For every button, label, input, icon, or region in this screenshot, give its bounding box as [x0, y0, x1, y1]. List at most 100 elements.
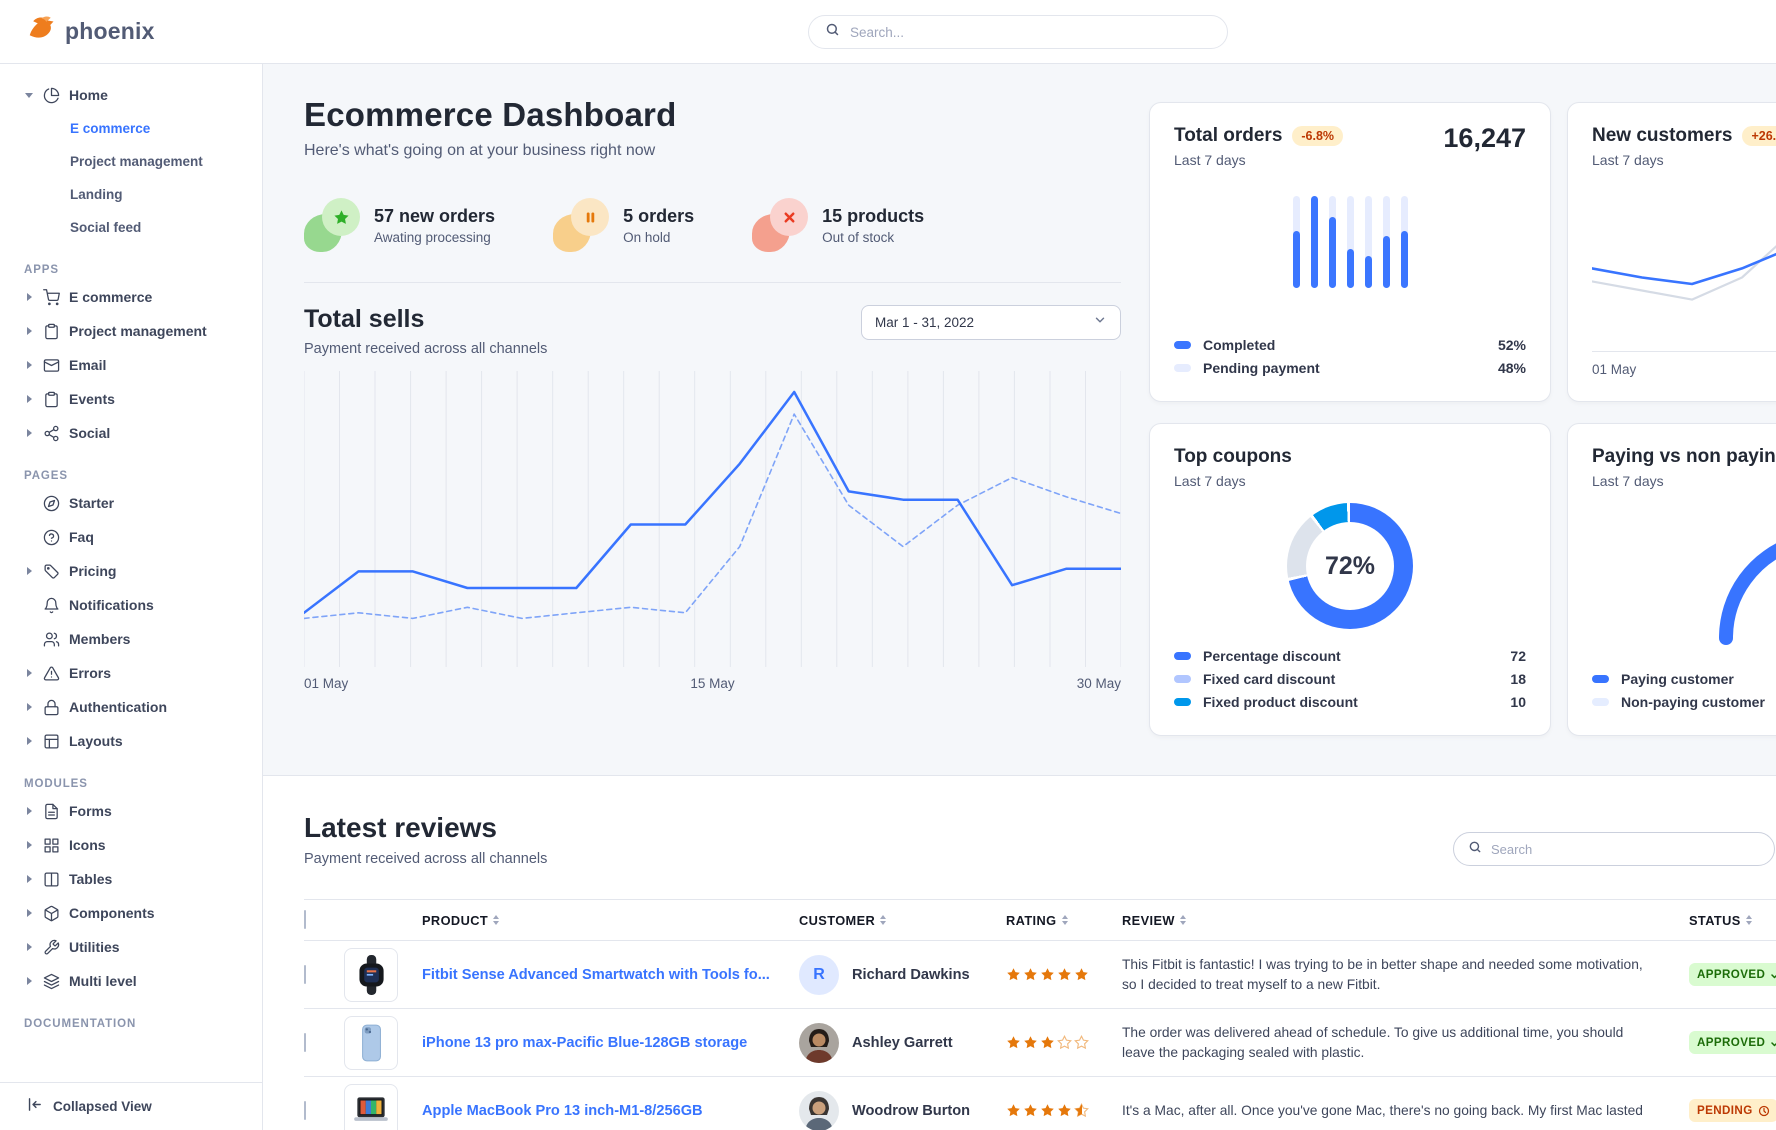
card-title: New customers [1592, 125, 1732, 147]
product-thumbnail[interactable] [344, 1084, 398, 1130]
sidebar-item-email[interactable]: Email [0, 348, 262, 382]
sidebar-item-components[interactable]: Components [0, 896, 262, 930]
reviews-search[interactable] [1453, 832, 1775, 866]
top-navbar: phoenix [0, 0, 1776, 64]
date-range-select[interactable]: Mar 1 - 31, 2022 [861, 305, 1121, 340]
legend-swatch [1174, 675, 1191, 683]
global-search[interactable] [808, 15, 1228, 49]
sidebar-item-project-management[interactable]: Project management [0, 314, 262, 348]
caret-right-icon [24, 737, 34, 745]
sidebar-item-icons[interactable]: Icons [0, 828, 262, 862]
card-period: Last 7 days [1174, 152, 1526, 168]
sidebar-item-e-commerce[interactable]: E commerce [0, 280, 262, 314]
stat-caption: Out of stock [822, 230, 924, 245]
sidebar-section-label: DOCUMENTATION [0, 1014, 262, 1034]
sidebar-item-multi-level[interactable]: Multi level [0, 964, 262, 998]
wrench-icon [43, 939, 60, 956]
sidebar-section-label: APPS [0, 260, 262, 280]
clipboard-icon [43, 391, 60, 408]
sidebar-item-members[interactable]: Members [0, 622, 262, 656]
sidebar-item-label: Forms [69, 803, 112, 819]
legend-label: Pending payment [1203, 360, 1320, 376]
product-thumbnail[interactable] [344, 948, 398, 1002]
legend-row: Fixed product discount10 [1174, 690, 1526, 713]
reviews-search-input[interactable] [1491, 842, 1760, 857]
sidebar-item-label: Starter [69, 495, 114, 511]
search-input[interactable] [850, 25, 1211, 40]
sidebar-subitem-project-management[interactable]: Project management [0, 145, 262, 178]
order-bar [1365, 196, 1372, 288]
sidebar-item-notifications[interactable]: Notifications [0, 588, 262, 622]
paying-vs-non-paying-card: Paying vs non paying Last 7 days Paying … [1567, 423, 1776, 736]
rating-stars [1006, 967, 1122, 982]
legend-value: 18 [1510, 671, 1526, 687]
collapse-sidebar-button[interactable]: Collapsed View [0, 1082, 262, 1130]
card-period: Last 7 days [1592, 152, 1776, 168]
x-axis-label: 01 May [1592, 362, 1776, 377]
sidebar-item-faq[interactable]: Faq [0, 520, 262, 554]
select-all-checkbox[interactable] [304, 910, 306, 929]
product-thumbnail[interactable] [344, 1016, 398, 1070]
orders-bar-chart [1293, 196, 1408, 288]
chevron-down-icon [1093, 313, 1107, 332]
caret-right-icon [24, 361, 34, 369]
product-link[interactable]: Apple MacBook Pro 13 inch-M1-8/256GB [422, 1103, 799, 1119]
latest-reviews-section: Latest reviews Payment received across a… [263, 775, 1776, 1130]
sidebar-subitem-landing[interactable]: Landing [0, 178, 262, 211]
sidebar-item-pricing[interactable]: Pricing [0, 554, 262, 588]
star-icon [1023, 1035, 1038, 1050]
sidebar-item-utilities[interactable]: Utilities [0, 930, 262, 964]
legend-label: Non-paying customer [1621, 694, 1765, 710]
sidebar-subitem-social-feed[interactable]: Social feed [0, 211, 262, 244]
table-row: Apple MacBook Pro 13 inch-M1-8/256GB Woo… [304, 1077, 1776, 1130]
column-header-review[interactable]: REVIEW [1122, 913, 1689, 928]
product-link[interactable]: iPhone 13 pro max-Pacific Blue-128GB sto… [422, 1035, 799, 1051]
sidebar-item-social[interactable]: Social [0, 416, 262, 450]
card-title: Top coupons [1174, 446, 1292, 468]
review-text: The order was delivered ahead of schedul… [1122, 1023, 1689, 1063]
brand[interactable]: phoenix [26, 14, 155, 49]
sidebar-subitem-e-commerce[interactable]: E commerce [0, 112, 262, 145]
sidebar-item-label: Events [69, 391, 115, 407]
product-link[interactable]: Fitbit Sense Advanced Smartwatch with To… [422, 967, 799, 983]
new-customers-card: New customers +26.5% Last 7 days 01 May [1567, 102, 1776, 402]
customer-name: Ashley Garrett [852, 1035, 953, 1051]
order-bar [1401, 196, 1408, 288]
x-tick-label: 01 May [304, 676, 348, 691]
star-icon [1040, 1035, 1055, 1050]
row-checkbox[interactable] [304, 965, 306, 984]
star-icon [1057, 967, 1072, 982]
column-header-customer[interactable]: CUSTOMER [799, 913, 1006, 928]
shopping-cart-icon [43, 289, 60, 306]
table-row: Fitbit Sense Advanced Smartwatch with To… [304, 941, 1776, 1009]
paying-gauge-chart [1696, 516, 1776, 651]
legend-row: Non-paying customer [1592, 690, 1776, 713]
total-sells-chart [304, 371, 1121, 672]
customer-name: Richard Dawkins [852, 967, 970, 983]
sidebar-item-authentication[interactable]: Authentication [0, 690, 262, 724]
sidebar-item-starter[interactable]: Starter [0, 486, 262, 520]
sidebar-item-home[interactable]: Home [0, 78, 262, 112]
column-header-status[interactable]: STATUS [1689, 913, 1776, 928]
search-icon [825, 22, 840, 42]
status-badge: APPROVED [1689, 963, 1776, 986]
sidebar-item-tables[interactable]: Tables [0, 862, 262, 896]
search-icon [1468, 840, 1482, 859]
caret-right-icon [24, 327, 34, 335]
reviews-table: PRODUCT CUSTOMER RATING REVIEW STATUS Fi… [304, 899, 1776, 1130]
sidebar-item-events[interactable]: Events [0, 382, 262, 416]
sidebar-item-errors[interactable]: Errors [0, 656, 262, 690]
row-checkbox[interactable] [304, 1101, 306, 1120]
new-customers-line-chart [1592, 194, 1776, 349]
column-header-product[interactable]: PRODUCT [422, 913, 799, 928]
row-checkbox[interactable] [304, 1033, 306, 1052]
total-sells-subtitle: Payment received across all channels [304, 341, 547, 357]
x-tick-label: 15 May [690, 676, 734, 691]
card-period: Last 7 days [1174, 473, 1526, 489]
legend-row: Paying customer [1592, 667, 1776, 690]
sidebar-item-layouts[interactable]: Layouts [0, 724, 262, 758]
column-header-rating[interactable]: RATING [1006, 913, 1122, 928]
sidebar-item-forms[interactable]: Forms [0, 794, 262, 828]
sort-icon [1062, 915, 1068, 925]
columns-icon [43, 871, 60, 888]
